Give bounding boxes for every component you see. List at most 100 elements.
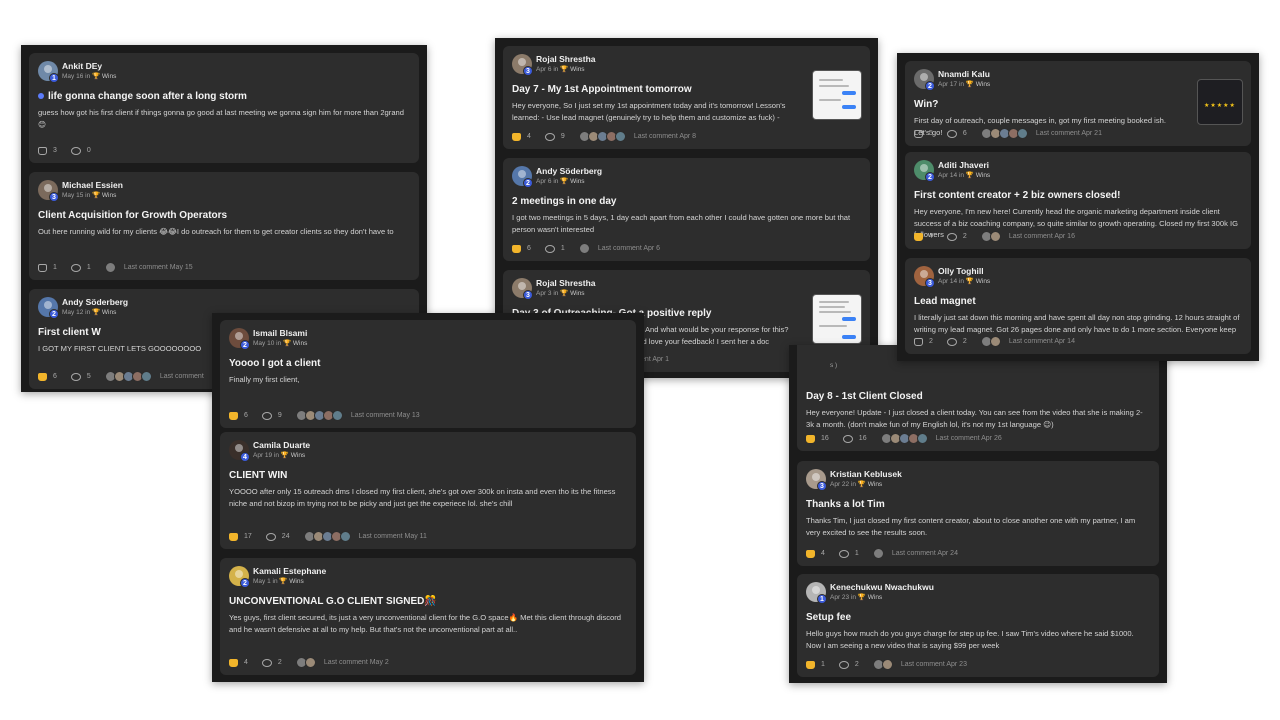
author-name[interactable]: Camila Duarte [253, 440, 627, 451]
post-title[interactable]: Thanks a lot Tim [806, 498, 1150, 511]
last-comment: Last comment Apr 16 [1008, 232, 1075, 240]
post-card[interactable]: 3 Michael Essien May 15 in 🏆 Wins Client… [29, 172, 419, 280]
category-badge[interactable]: 🏆 Wins [92, 309, 116, 316]
category-badge[interactable]: 🏆 Wins [560, 290, 584, 297]
post-card[interactable]: 2 Nnamdi Kalu Apr 17 in 🏆 Wins Win? Firs… [905, 61, 1251, 146]
comment-icon[interactable] [838, 661, 849, 669]
like-icon[interactable] [806, 661, 815, 669]
post-card[interactable]: 2 Aditi Jhaveri Apr 14 in 🏆 Wins First c… [905, 152, 1251, 249]
commenter-avatar [304, 656, 316, 668]
author-name[interactable]: Nnamdi Kalu [938, 69, 1242, 80]
post-date: Apr 14 in [938, 172, 965, 179]
post-title[interactable]: Win? [914, 98, 1180, 111]
comment-icon[interactable] [261, 659, 272, 667]
author-name[interactable]: Andy Söderberg [62, 297, 410, 308]
post-footer: 6 1 Last comment Apr 6 [512, 241, 861, 255]
like-icon[interactable] [914, 130, 923, 138]
category-badge[interactable]: 🏆 Wins [92, 73, 116, 80]
post-title[interactable]: life gonna change soon after a long stor… [38, 90, 410, 103]
like-icon[interactable] [512, 245, 521, 253]
post-date: Apr 6 in [536, 66, 559, 73]
post-header: 3 Rojal Shrestha Apr 3 in 🏆 Wins [512, 278, 861, 306]
comment-icon[interactable] [946, 233, 957, 241]
post-thumbnail[interactable]: ★★★★★ [1197, 79, 1243, 125]
like-icon[interactable] [38, 147, 47, 155]
post-title[interactable]: Lead magnet [914, 295, 1242, 308]
post-title[interactable]: Setup fee [806, 611, 1150, 624]
post-body: Out here running wild for my clients 😂😂I… [38, 227, 394, 236]
category-badge[interactable]: 🏆 Wins [858, 594, 882, 601]
category-badge[interactable]: 🏆 Wins [966, 81, 990, 88]
like-icon[interactable] [914, 338, 923, 346]
post-card[interactable]: 2 Kamali Estephane May 1 in 🏆 Wins UNCON… [220, 558, 636, 675]
like-icon[interactable] [229, 659, 238, 667]
commenter-avatars [980, 127, 1028, 139]
like-icon[interactable] [806, 435, 815, 443]
post-meta: s ) [830, 361, 1150, 371]
like-icon[interactable] [38, 373, 47, 381]
commenter-avatar [872, 547, 884, 559]
post-card[interactable]: 2 Andy Söderberg Apr 6 in 🏆 Wins 2 meeti… [503, 158, 870, 261]
category-badge[interactable]: 🏆 Wins [560, 178, 584, 185]
comment-icon[interactable] [838, 550, 849, 558]
post-card[interactable]: 3 Kristian Keblusek Apr 22 in 🏆 Wins Tha… [797, 461, 1159, 566]
comment-icon[interactable] [544, 245, 555, 253]
post-body: Hello guys how much do you guys charge f… [806, 629, 1134, 650]
comment-icon[interactable] [544, 133, 555, 141]
comment-icon[interactable] [70, 373, 81, 381]
author-name[interactable]: Rojal Shrestha [536, 278, 861, 289]
comment-icon[interactable] [70, 147, 81, 155]
post-title[interactable]: UNCONVENTIONAL G.O CLIENT SIGNED🎊 [229, 595, 627, 608]
category-badge[interactable]: 🏆 Wins [858, 481, 882, 488]
category-badge[interactable]: 🏆 Wins [279, 578, 303, 585]
post-card[interactable]: 2 Ismail Blsami May 10 in 🏆 Wins Yoooo I… [220, 320, 636, 428]
category-badge[interactable]: 🏆 Wins [560, 66, 584, 73]
author-name[interactable]: Kamali Estephane [253, 566, 627, 577]
category-badge[interactable]: 🏆 Wins [283, 340, 307, 347]
comment-icon[interactable] [946, 130, 957, 138]
post-card[interactable]: 3 Rojal Shrestha Apr 6 in 🏆 Wins Day 7 -… [503, 46, 870, 149]
category-badge[interactable]: 🏆 Wins [281, 452, 305, 459]
author-name[interactable]: Aditi Jhaveri [938, 160, 1242, 171]
comment-icon[interactable] [265, 533, 276, 541]
post-title[interactable]: First content creator + 2 biz owners clo… [914, 189, 1242, 202]
post-card[interactable]: 3 Olly Toghill Apr 14 in 🏆 Wins Lead mag… [905, 258, 1251, 354]
level-badge: 2 [925, 81, 935, 91]
like-icon[interactable] [229, 533, 238, 541]
author-name[interactable]: Rojal Shrestha [536, 54, 861, 65]
author-name[interactable]: Ankit DEy [62, 61, 410, 72]
post-card[interactable]: 1 Kenechukwu Nwachukwu Apr 23 in 🏆 Wins … [797, 574, 1159, 677]
post-title[interactable]: Day 7 - My 1st Appointment tomorrow [512, 83, 799, 96]
like-icon[interactable] [38, 264, 47, 272]
post-footer: 2 2 Last comment Apr 14 [914, 334, 1242, 348]
author-name[interactable]: Kristian Keblusek [830, 469, 1150, 480]
comment-icon[interactable] [842, 435, 853, 443]
commenter-avatar [1016, 127, 1028, 139]
post-thumbnail[interactable] [812, 70, 862, 120]
category-badge[interactable]: 🏆 Wins [966, 278, 990, 285]
like-icon[interactable] [229, 412, 238, 420]
comment-icon[interactable] [70, 264, 81, 272]
category-badge[interactable]: 🏆 Wins [92, 192, 116, 199]
post-card[interactable]: 4 Camila Duarte Apr 19 in 🏆 Wins CLIENT … [220, 432, 636, 549]
like-icon[interactable] [806, 550, 815, 558]
comment-icon[interactable] [261, 412, 272, 420]
post-title[interactable]: Client Acquisition for Growth Operators [38, 209, 410, 222]
author-name[interactable]: Andy Söderberg [536, 166, 861, 177]
author-name[interactable]: Michael Essien [62, 180, 410, 191]
post-card[interactable]: 1 Ankit DEy May 16 in 🏆 Wins life gonna … [29, 53, 419, 163]
post-title[interactable]: Yoooo I got a client [229, 357, 627, 370]
post-title[interactable]: 2 meetings in one day [512, 195, 861, 208]
like-icon[interactable] [914, 233, 923, 241]
author-name[interactable]: Olly Toghill [938, 266, 1242, 277]
like-count: 4 [821, 549, 825, 557]
post-title[interactable]: Day 8 - 1st Client Closed [806, 390, 1150, 403]
like-icon[interactable] [512, 133, 521, 141]
category-badge[interactable]: 🏆 Wins [966, 172, 990, 179]
author-name[interactable]: Kenechukwu Nwachukwu [830, 582, 1150, 593]
post-thumbnail[interactable] [812, 294, 862, 344]
comment-icon[interactable] [946, 338, 957, 346]
post-title[interactable]: CLIENT WIN [229, 469, 627, 482]
author-name[interactable]: Ismail Blsami [253, 328, 627, 339]
comment-count: 2 [962, 337, 967, 345]
